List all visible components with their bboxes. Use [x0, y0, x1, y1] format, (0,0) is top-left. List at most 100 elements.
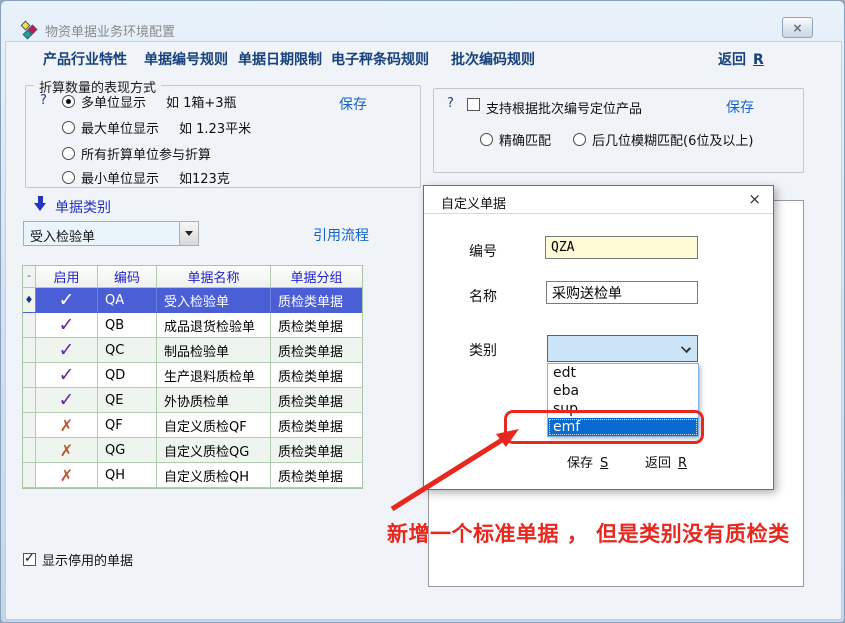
- table-row-QF[interactable]: ✗QF自定义质检QF质检类单据: [23, 413, 362, 438]
- row-indicator: [23, 388, 36, 413]
- annotation-highlight-rectangle: [504, 410, 704, 444]
- close-icon: ×: [792, 21, 802, 35]
- cell-name[interactable]: 自定义质检QH: [157, 463, 271, 488]
- table-row-QA[interactable]: ♦✓QA受入检验单质检类单据: [23, 288, 362, 313]
- header-group[interactable]: 单据分组: [271, 266, 362, 288]
- radio-exact-match[interactable]: 精确匹配: [480, 130, 551, 148]
- nav-item-5[interactable]: 批次编码规则: [451, 49, 535, 69]
- triangle-down-icon: [185, 231, 193, 236]
- table-row-QG[interactable]: ✗QG自定义质检QG质检类单据: [23, 438, 362, 463]
- cell-code[interactable]: QE: [98, 388, 157, 413]
- titlebar: 物资单据业务环境配置 ×: [1, 1, 844, 41]
- dialog-title: 自定义单据: [441, 193, 506, 212]
- conversion-option-4[interactable]: 最小单位显示如123克: [62, 168, 230, 186]
- cell-enabled[interactable]: ✗: [36, 438, 98, 463]
- cell-group[interactable]: 质检类单据: [271, 313, 362, 338]
- show-disabled-label: 显示停用的单据: [42, 550, 133, 569]
- cell-group[interactable]: 质检类单据: [271, 438, 362, 463]
- name-input[interactable]: 采购送检单: [546, 281, 698, 304]
- cross-icon: ✗: [60, 466, 73, 485]
- cell-group[interactable]: 质检类单据: [271, 463, 362, 488]
- dialog-back-button[interactable]: 返回R: [645, 452, 687, 471]
- radio-icon[interactable]: [62, 171, 75, 184]
- conversion-option-2[interactable]: 最大单位显示如 1.23平米: [62, 118, 251, 136]
- cell-enabled[interactable]: ✓: [36, 363, 98, 388]
- app-window: 物资单据业务环境配置 × 产品行业特性单据编号规则单据日期限制电子秤条码规则 批次…: [0, 0, 845, 623]
- cell-enabled[interactable]: ✗: [36, 463, 98, 488]
- cell-group[interactable]: 质检类单据: [271, 413, 362, 438]
- cell-code[interactable]: QB: [98, 313, 157, 338]
- radio-icon[interactable]: [62, 95, 75, 108]
- conversion-option-1[interactable]: 多单位显示如 1箱+3瓶: [62, 92, 237, 110]
- window-title: 物资单据业务环境配置: [45, 21, 175, 40]
- radio-fuzzy-match[interactable]: 后几位模糊匹配(6位及以上): [573, 130, 753, 148]
- conversion-save-button[interactable]: 保存: [339, 94, 367, 114]
- checkbox-icon[interactable]: [23, 553, 36, 566]
- cell-group[interactable]: 质检类单据: [271, 288, 362, 313]
- reference-flow-link[interactable]: 引用流程: [313, 225, 369, 245]
- radio-icon[interactable]: [62, 147, 75, 160]
- check-icon: ✓: [59, 314, 75, 336]
- cell-enabled[interactable]: ✓: [36, 388, 98, 413]
- show-disabled-checkbox-row[interactable]: 显示停用的单据: [23, 550, 133, 569]
- doc-type-combobox[interactable]: 受入检验单: [23, 221, 199, 246]
- nav-item-4[interactable]: 电子秤条码规则: [331, 49, 429, 69]
- dialog-save-button[interactable]: 保存S: [567, 452, 608, 471]
- dropdown-option-edt[interactable]: edt: [548, 364, 698, 382]
- cell-enabled[interactable]: ✓: [36, 288, 98, 313]
- cell-enabled[interactable]: ✗: [36, 413, 98, 438]
- annotation-text: 新增一个标准单据 ， 但是类别没有质检类: [387, 518, 807, 548]
- cell-enabled[interactable]: ✓: [36, 338, 98, 363]
- radio-icon[interactable]: [480, 133, 493, 146]
- table-row-QC[interactable]: ✓QC制品检验单质检类单据: [23, 338, 362, 363]
- batch-locate-checkbox[interactable]: [467, 98, 480, 111]
- category-combobox[interactable]: [547, 335, 698, 362]
- cell-code[interactable]: QD: [98, 363, 157, 388]
- header-name[interactable]: 单据名称: [157, 266, 271, 288]
- code-field-label: 编号: [469, 241, 497, 261]
- cell-group[interactable]: 质检类单据: [271, 363, 362, 388]
- batch-save-button[interactable]: 保存: [726, 97, 754, 117]
- cell-name[interactable]: 外协质检单: [157, 388, 271, 413]
- table-row-QH[interactable]: ✗ QH自定义质检QH质检类单据: [23, 463, 362, 488]
- radio-icon[interactable]: [62, 121, 75, 134]
- nav-back-link[interactable]: 返回R: [718, 49, 764, 69]
- nav-item-2[interactable]: 单据编号规则: [144, 49, 228, 69]
- window-close-button[interactable]: ×: [782, 17, 813, 38]
- cell-name[interactable]: 制品检验单: [157, 338, 271, 363]
- row-indicator: [23, 313, 36, 338]
- cell-code[interactable]: QG: [98, 438, 157, 463]
- code-input[interactable]: QZA: [545, 236, 698, 259]
- check-icon: ✓: [59, 389, 75, 411]
- nav-item-1[interactable]: 产品行业特性: [43, 49, 127, 69]
- conversion-option-3[interactable]: 所有折算单位参与折算: [62, 144, 211, 162]
- help-icon[interactable]: ?: [40, 93, 47, 108]
- cell-name[interactable]: 成品退货检验单: [157, 313, 271, 338]
- batch-locate-label: 支持根据批次编号定位产品: [486, 98, 642, 117]
- dialog-close-icon[interactable]: ×: [748, 190, 761, 208]
- cell-code[interactable]: QH: [98, 463, 157, 488]
- table-row-QE[interactable]: ✓ QE外协质检单质检类单据: [23, 388, 362, 413]
- table-row-QD[interactable]: ✓QD生产退料质检单质检类单据: [23, 363, 362, 388]
- cell-name[interactable]: 自定义质检QG: [157, 438, 271, 463]
- table-row-QB[interactable]: ✓ QB成品退货检验单质检类单据: [23, 313, 362, 338]
- header-enabled[interactable]: 启用: [36, 266, 98, 288]
- cell-code[interactable]: QF: [98, 413, 157, 438]
- doc-type-value: 受入检验单: [30, 226, 95, 245]
- help-icon[interactable]: ?: [447, 96, 454, 111]
- cell-name[interactable]: 受入检验单: [157, 288, 271, 313]
- dropdown-option-eba[interactable]: eba: [548, 382, 698, 400]
- nav-item-3[interactable]: 单据日期限制: [238, 49, 322, 69]
- cell-code[interactable]: QC: [98, 338, 157, 363]
- cell-name[interactable]: 生产退料质检单: [157, 363, 271, 388]
- header-code[interactable]: 编码: [98, 266, 157, 288]
- cell-code[interactable]: QA: [98, 288, 157, 313]
- cell-name[interactable]: 自定义质检QF: [157, 413, 271, 438]
- combo-dropdown-button[interactable]: [179, 222, 198, 245]
- radio-icon[interactable]: [573, 133, 586, 146]
- cell-group[interactable]: 质检类单据: [271, 338, 362, 363]
- header-indicator: -: [23, 266, 36, 288]
- name-field-label: 名称: [469, 286, 497, 306]
- cell-enabled[interactable]: ✓: [36, 313, 98, 338]
- cell-group[interactable]: 质检类单据: [271, 388, 362, 413]
